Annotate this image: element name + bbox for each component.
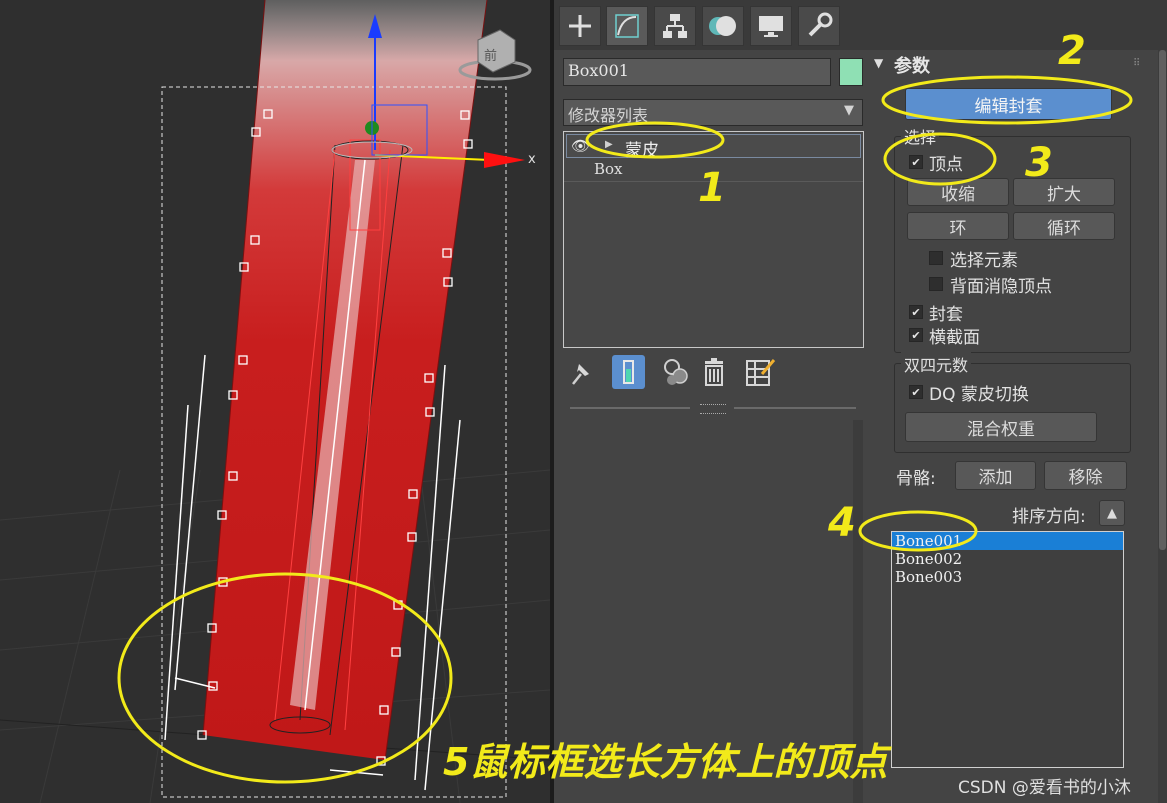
annotation-overlay — [585, 75, 1133, 552]
annotation-ellipse-4 — [858, 510, 978, 552]
annotation-number-4: 4 — [828, 500, 856, 546]
annotation-number-3: 3 — [1025, 140, 1053, 186]
annotation-caption-5: 5鼠标框选长方体上的顶点 — [443, 740, 888, 784]
annotation-ellipse-3 — [883, 132, 997, 186]
annotation-ellipse-1 — [585, 121, 725, 159]
annotation-number-2: 2 — [1058, 28, 1086, 74]
watermark: CSDN @爱看书的小沐 — [958, 778, 1131, 798]
annotation-number-1: 1 — [698, 165, 726, 211]
annotation-ellipse-2 — [881, 75, 1133, 125]
